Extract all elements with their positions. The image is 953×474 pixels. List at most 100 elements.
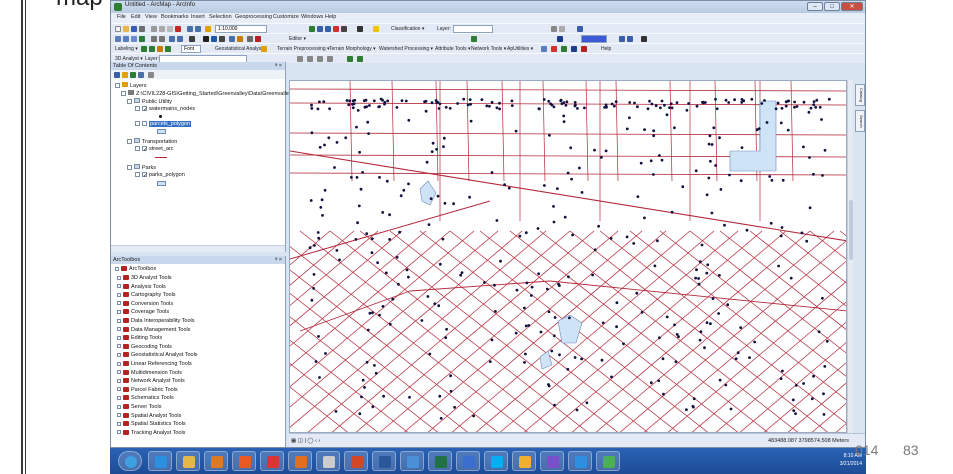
expand-icon[interactable]	[117, 284, 121, 289]
layer-visibility-checkbox[interactable]	[142, 121, 147, 127]
start-button[interactable]	[118, 451, 142, 471]
color-fill-icon[interactable]	[557, 36, 563, 42]
model-builder-icon[interactable]	[357, 26, 363, 32]
terrain-morphology-dropdown[interactable]: Terrain Morphology ▾	[329, 46, 376, 52]
open-folder-icon[interactable]	[123, 26, 129, 32]
expand-icon[interactable]	[117, 352, 121, 357]
collapse-group-icon[interactable]	[127, 165, 132, 171]
go-to-xy-icon[interactable]	[255, 36, 261, 42]
layer-watermains-nodes[interactable]: ✓watermains_nodes	[135, 106, 195, 113]
taskbar-excel[interactable]	[428, 451, 452, 471]
menu-view[interactable]: View	[145, 14, 157, 20]
select-elements-icon[interactable]	[559, 26, 565, 32]
taskbar-notes[interactable]	[540, 451, 564, 471]
collapse-layers-icon[interactable]	[115, 83, 120, 89]
layers-dataframe[interactable]: Layers	[115, 82, 147, 89]
menu-selection[interactable]: Selection	[209, 14, 232, 20]
list-by-visibility-icon[interactable]	[130, 72, 136, 78]
expand-icon[interactable]	[117, 292, 121, 297]
expand-icon[interactable]	[117, 318, 121, 323]
toolbox-item[interactable]: Tracking Analyst Tools	[117, 430, 185, 436]
toolbox-item[interactable]: Data Management Tools	[117, 327, 191, 333]
zoom-selected-icon[interactable]	[577, 26, 583, 32]
expand-icon[interactable]	[117, 344, 121, 349]
add-data-icon[interactable]	[205, 26, 211, 32]
lock-labels-icon[interactable]	[165, 46, 171, 52]
menu-insert[interactable]: Insert	[191, 14, 205, 20]
arcscene-icon[interactable]	[347, 56, 353, 62]
geostatistical-analyst-dropdown[interactable]: Geostatistical Analyst ▾	[215, 46, 266, 52]
print-icon[interactable]	[139, 26, 145, 32]
view-buttons[interactable]: ▦ ◫ | ◯ ‹ ›	[291, 438, 320, 444]
polygon-symbol[interactable]	[157, 181, 166, 186]
toolbox-item[interactable]: Schematics Tools	[117, 395, 174, 401]
identify-icon[interactable]	[211, 36, 217, 42]
barrier-icon[interactable]	[561, 46, 567, 52]
contour-icon[interactable]	[297, 56, 303, 62]
toolbox-item[interactable]: Server Tools	[117, 404, 161, 410]
fixed-zoom-in-icon[interactable]	[151, 36, 157, 42]
list-by-drawing-order-icon[interactable]	[114, 72, 120, 78]
map-view[interactable]	[290, 81, 847, 433]
toolbox-item[interactable]: Editing Tools	[117, 335, 162, 341]
layout-icon[interactable]	[619, 36, 625, 42]
classification-dropdown[interactable]: Classification ▾	[391, 26, 424, 32]
color-swatch-field[interactable]	[581, 35, 607, 43]
collapse-path-icon[interactable]	[121, 91, 126, 97]
taskbar-network[interactable]	[596, 451, 620, 471]
expand-icon[interactable]	[117, 404, 121, 409]
font-field[interactable]: Font	[181, 45, 201, 53]
menu-edit[interactable]: Edit	[131, 14, 140, 20]
expand-icon[interactable]	[117, 301, 121, 306]
maximize-button[interactable]: □	[824, 2, 840, 11]
expand-icon[interactable]	[117, 421, 121, 426]
taskbar-folder[interactable]	[512, 451, 536, 471]
close-button[interactable]: ✕	[841, 2, 863, 11]
layer-street-arc[interactable]: ✓street_arc	[135, 146, 173, 153]
toolbox-item[interactable]: 3D Analyst Tools	[117, 275, 172, 281]
taskbar-app[interactable]	[456, 451, 480, 471]
menu-windows[interactable]: Windows	[301, 14, 323, 20]
arctoolbox-icon[interactable]	[333, 26, 339, 32]
map-canvas[interactable]	[289, 80, 847, 433]
layer-visibility-checkbox[interactable]: ✓	[142, 172, 148, 179]
expand-icon[interactable]	[117, 309, 121, 314]
catalog-icon[interactable]	[325, 26, 331, 32]
expand-icon[interactable]	[117, 378, 121, 383]
swipe-icon[interactable]	[247, 36, 253, 42]
layer-select[interactable]	[453, 25, 493, 33]
collapse-layer-icon[interactable]	[135, 172, 140, 178]
taskbar-calculator[interactable]	[316, 451, 340, 471]
copy-icon[interactable]	[159, 26, 165, 32]
editor-toolbar-icon[interactable]	[309, 26, 315, 32]
layer-parcels-polygon[interactable]: parcels_polygon	[135, 121, 192, 127]
paste-icon[interactable]	[167, 26, 173, 32]
expand-icon[interactable]	[117, 413, 121, 418]
toc-options-icon[interactable]	[148, 72, 154, 78]
expand-icon[interactable]	[117, 395, 121, 400]
expand-icon[interactable]	[117, 275, 121, 280]
layout-view-icon[interactable]	[627, 36, 633, 42]
taskbar-explorer[interactable]	[176, 451, 200, 471]
refresh-view-icon[interactable]	[641, 36, 647, 42]
delete-icon[interactable]	[175, 26, 181, 32]
menu-help[interactable]: Help	[325, 14, 336, 20]
hyperlink-icon[interactable]	[219, 36, 225, 42]
taskbar-word[interactable]	[372, 451, 396, 471]
network-tools-dropdown[interactable]: Network Tools ▾	[471, 46, 506, 52]
solve-icon[interactable]	[581, 46, 587, 52]
watershed-processing-dropdown[interactable]: Watershed Processing ▾	[379, 46, 433, 52]
label-manager-icon[interactable]	[141, 46, 147, 52]
select-features-icon[interactable]	[189, 36, 195, 42]
toolbox-item[interactable]: Parcel Fabric Tools	[117, 387, 178, 393]
help-menu-toolbar[interactable]: Help	[601, 46, 611, 52]
expand-icon[interactable]	[117, 370, 121, 375]
toolbox-item[interactable]: Linear Referencing Tools	[117, 361, 192, 367]
scale-field[interactable]: 1:10,000	[215, 25, 267, 33]
taskbar-internet-explorer[interactable]	[148, 451, 172, 471]
menu-bookmarks[interactable]: Bookmarks	[161, 14, 189, 20]
layer-visibility-checkbox[interactable]: ✓	[142, 146, 148, 153]
line-of-sight-icon[interactable]	[317, 56, 323, 62]
menu-geoprocessing[interactable]: Geoprocessing	[235, 14, 272, 20]
draw-tool-icon[interactable]	[471, 36, 477, 42]
